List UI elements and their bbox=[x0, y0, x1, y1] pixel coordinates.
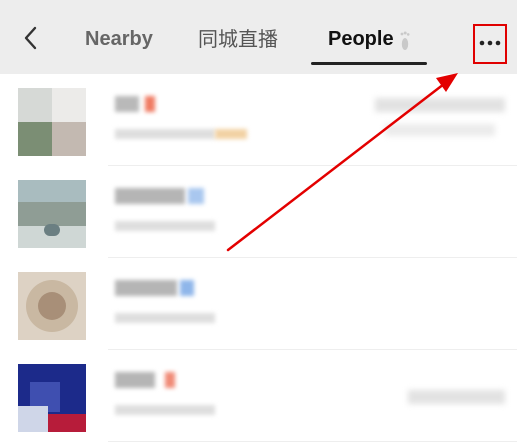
list-item[interactable] bbox=[0, 74, 517, 166]
avatar-pixel bbox=[18, 88, 52, 122]
blurred-name-accent bbox=[180, 280, 194, 296]
avatar-pixel bbox=[44, 224, 60, 236]
list-item[interactable] bbox=[0, 166, 517, 258]
blurred-subtitle bbox=[115, 129, 215, 139]
list-item[interactable] bbox=[0, 350, 517, 442]
avatar-pixel bbox=[18, 122, 52, 156]
blurred-name bbox=[115, 96, 139, 112]
tab-nearby[interactable]: Nearby bbox=[85, 26, 153, 52]
avatar-pixel bbox=[52, 88, 86, 122]
blurred-subtitle-accent bbox=[215, 129, 247, 139]
blurred-subtitle bbox=[115, 221, 215, 231]
blurred-right-info bbox=[408, 390, 505, 404]
blurred-name bbox=[115, 188, 185, 204]
blurred-right-info bbox=[385, 124, 495, 136]
blurred-name bbox=[115, 280, 177, 296]
blurred-name-accent bbox=[188, 188, 204, 204]
blurred-right-info bbox=[375, 98, 505, 112]
blurred-name bbox=[115, 372, 155, 388]
avatar-pixel bbox=[48, 414, 86, 432]
more-options-button[interactable] bbox=[473, 24, 507, 64]
blurred-name-accent bbox=[165, 372, 175, 388]
avatar bbox=[18, 272, 86, 340]
footprint-icon bbox=[400, 31, 410, 50]
divider bbox=[108, 441, 517, 442]
blurred-subtitle bbox=[115, 313, 215, 323]
blurred-name-accent bbox=[145, 96, 155, 112]
blurred-subtitle bbox=[115, 405, 215, 415]
chevron-left-icon[interactable] bbox=[18, 24, 46, 52]
avatar bbox=[18, 88, 86, 156]
active-tab-indicator bbox=[311, 62, 427, 65]
avatar-pixel bbox=[18, 202, 86, 226]
tab-local-live[interactable]: 同城直播 bbox=[198, 26, 278, 52]
tab-people[interactable]: People bbox=[328, 26, 394, 52]
more-horizontal-icon bbox=[479, 40, 501, 46]
avatar-pixel bbox=[52, 122, 86, 156]
top-navigation-bar: Nearby 同城直播 People bbox=[0, 0, 517, 74]
avatar-pixel bbox=[38, 292, 66, 320]
avatar bbox=[18, 180, 86, 248]
avatar bbox=[18, 364, 86, 432]
list-item[interactable] bbox=[0, 258, 517, 350]
avatar-pixel bbox=[18, 180, 86, 202]
avatar-pixel bbox=[18, 406, 48, 432]
